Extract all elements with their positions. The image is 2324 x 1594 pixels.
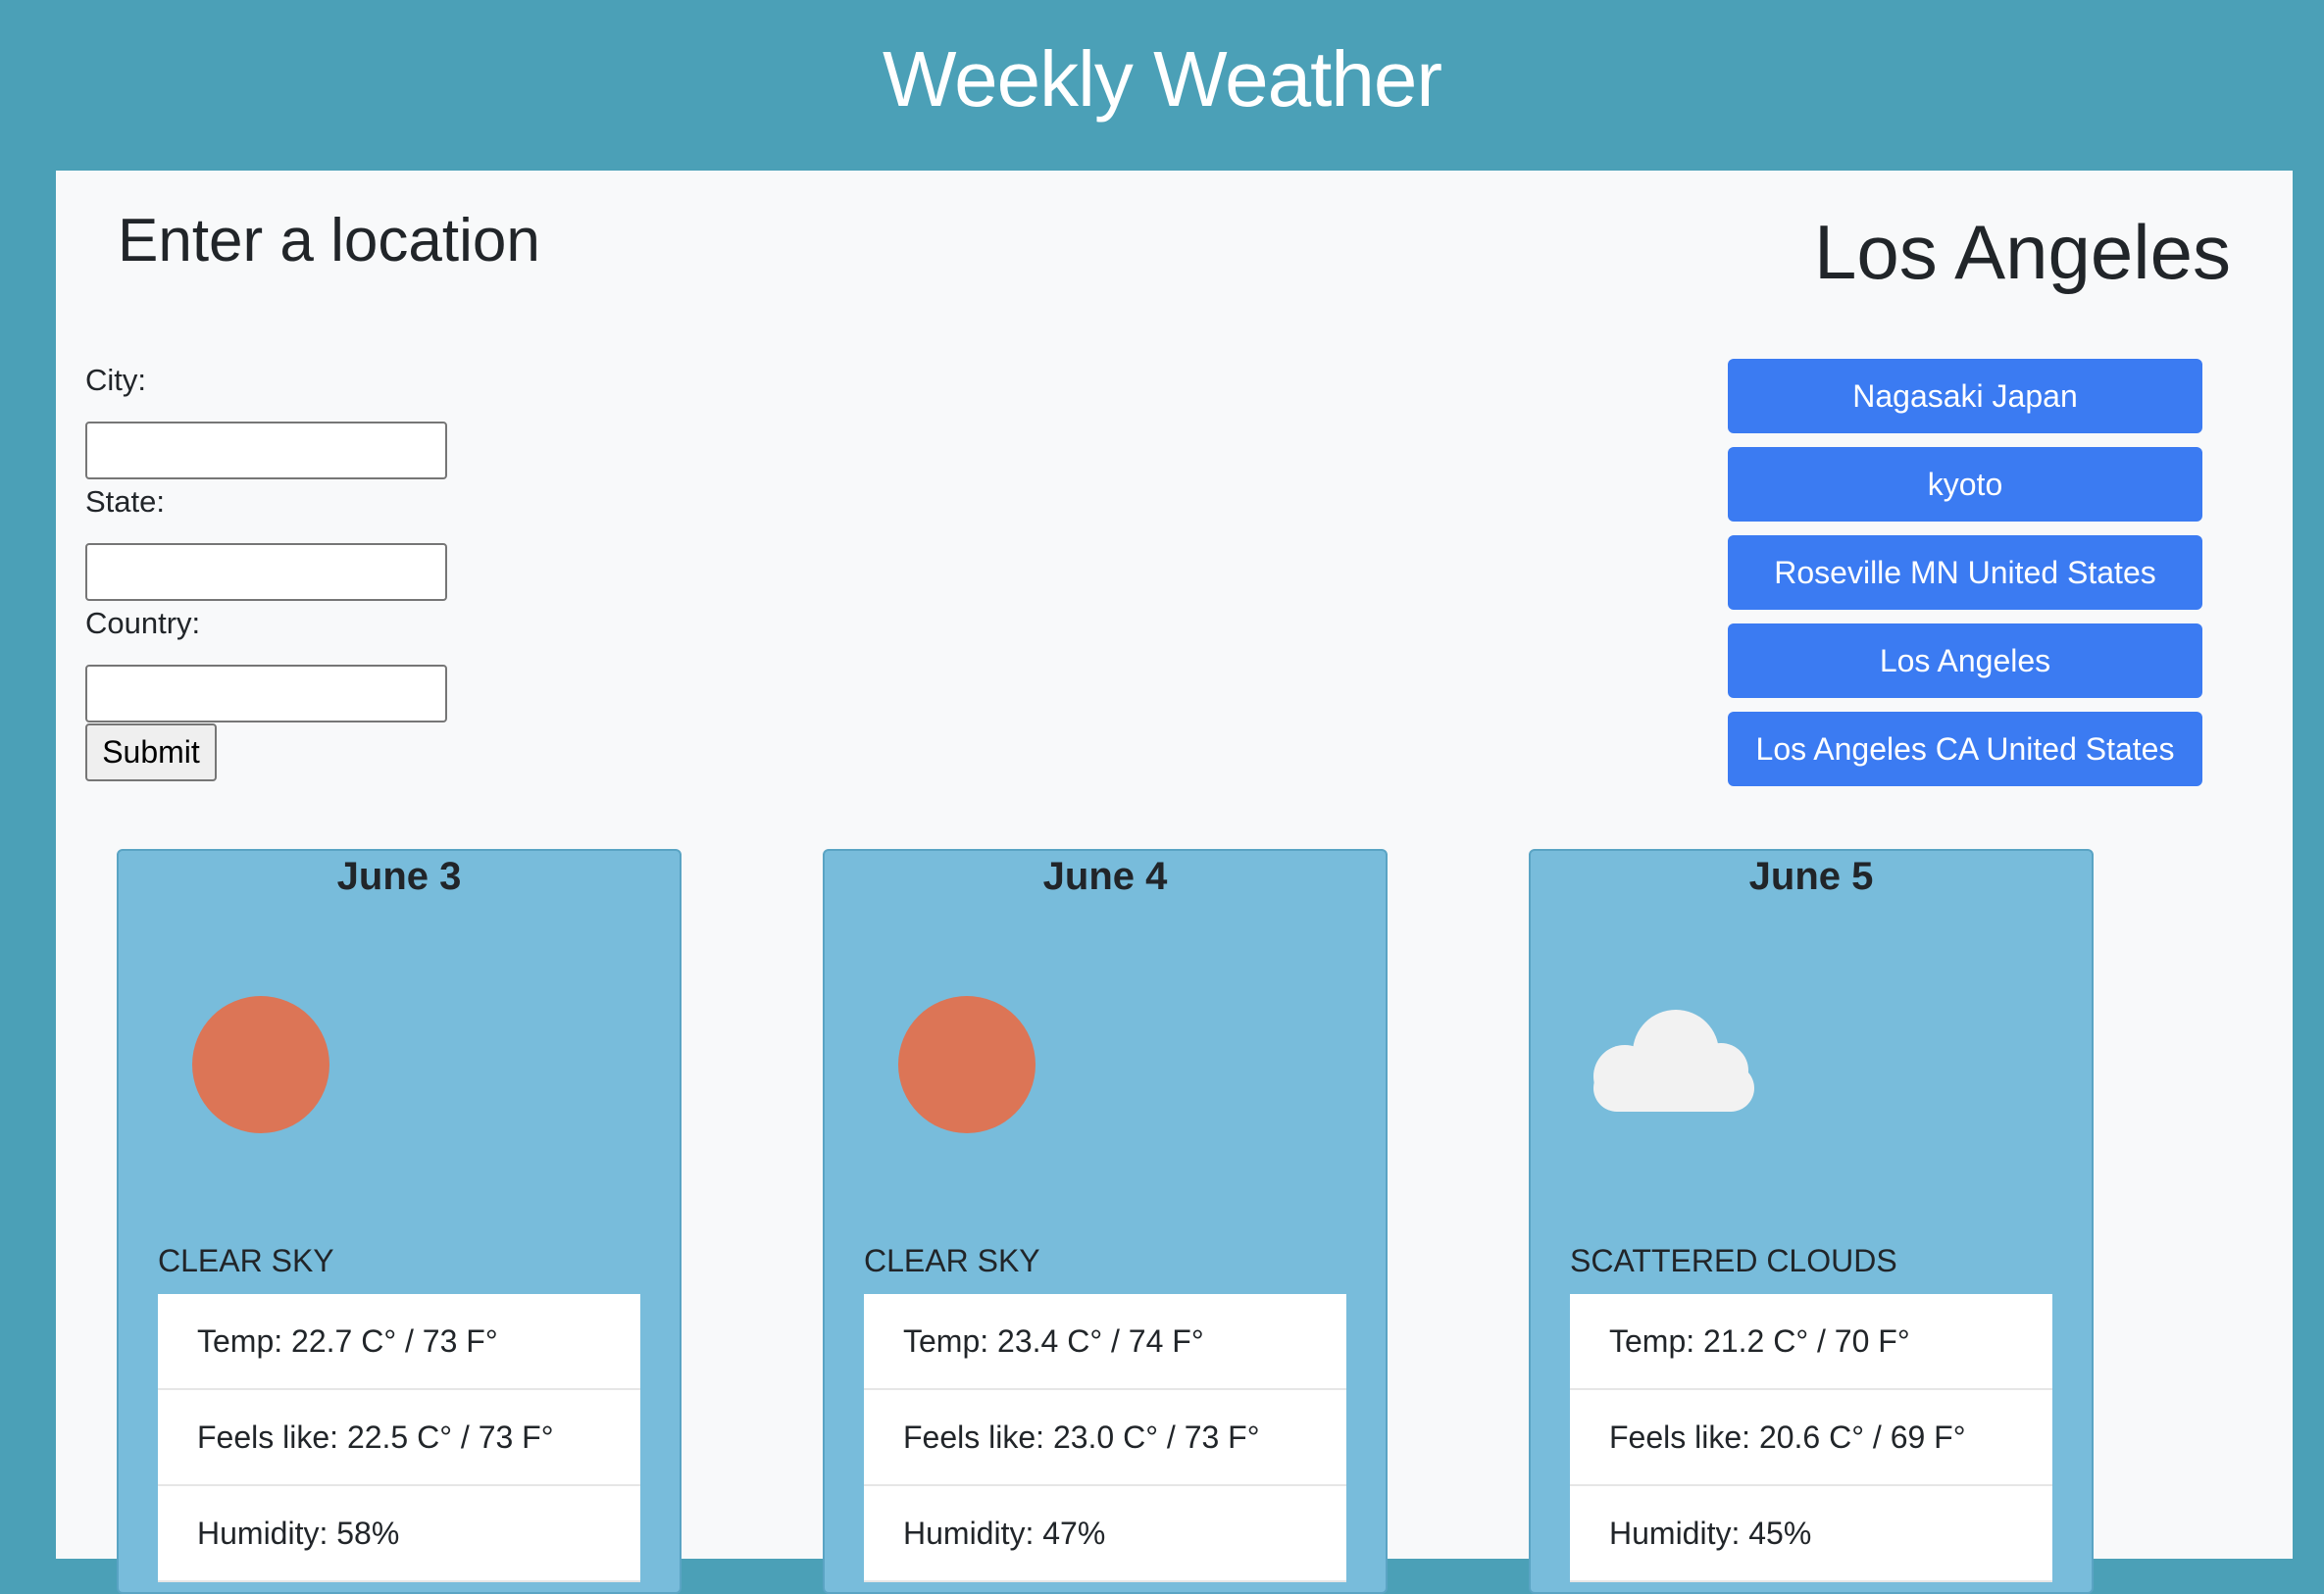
humidity-item: Humidity: 47% — [864, 1486, 1346, 1582]
app-header: Weekly Weather — [0, 0, 2324, 171]
sun-icon — [896, 994, 1037, 1140]
forecast-card: June 5 scattered clouds Temp: 21.2 C° / … — [1529, 849, 2094, 1594]
form-heading: Enter a location — [118, 207, 540, 274]
history-button-kyoto[interactable]: kyoto — [1728, 447, 2202, 522]
country-label: Country: — [85, 606, 201, 640]
submit-button[interactable]: Submit — [85, 723, 217, 781]
city-label: City: — [85, 363, 146, 397]
humidity-item: Humidity: 45% — [1570, 1486, 2052, 1582]
history-button-los-angeles[interactable]: Los Angeles — [1728, 623, 2202, 698]
temperature-item: Temp: 22.7 C° / 73 F° — [158, 1294, 640, 1390]
app-title: Weekly Weather — [883, 35, 1442, 123]
cloud-icon — [1588, 1008, 1760, 1121]
history-button-los-angeles-ca[interactable]: Los Angeles CA United States — [1728, 712, 2202, 786]
weather-condition: scattered clouds — [1570, 1243, 1897, 1278]
current-location-heading: Los Angeles — [1813, 209, 2231, 295]
history-button-nagasaki[interactable]: Nagasaki Japan — [1728, 359, 2202, 433]
temperature-item: Temp: 23.4 C° / 74 F° — [864, 1294, 1346, 1390]
forecast-date: June 4 — [1042, 855, 1168, 898]
country-input[interactable] — [85, 665, 447, 722]
forecast-date: June 3 — [336, 855, 462, 898]
feels-like-item: Feels like: 22.5 C° / 73 F° — [158, 1390, 640, 1486]
state-input[interactable] — [85, 543, 447, 601]
humidity-item: Humidity: 58% — [158, 1486, 640, 1582]
temperature-item: Temp: 21.2 C° / 70 F° — [1570, 1294, 2052, 1390]
search-history-list: Nagasaki Japan kyoto Roseville MN United… — [1728, 359, 2202, 800]
weather-condition: clear sky — [864, 1243, 1040, 1278]
weather-stats-list: Temp: 23.4 C° / 74 F° Feels like: 23.0 C… — [864, 1294, 1346, 1582]
weather-condition: clear sky — [158, 1243, 334, 1278]
feels-like-item: Feels like: 23.0 C° / 73 F° — [864, 1390, 1346, 1486]
weather-stats-list: Temp: 21.2 C° / 70 F° Feels like: 20.6 C… — [1570, 1294, 2052, 1582]
feels-like-item: Feels like: 20.6 C° / 69 F° — [1570, 1390, 2052, 1486]
forecast-date: June 5 — [1748, 855, 1874, 898]
city-input[interactable] — [85, 422, 447, 479]
weather-stats-list: Temp: 22.7 C° / 73 F° Feels like: 22.5 C… — [158, 1294, 640, 1582]
forecast-card: June 3 clear sky Temp: 22.7 C° / 73 F° F… — [117, 849, 682, 1594]
sun-icon — [190, 994, 331, 1140]
state-label: State: — [85, 484, 165, 519]
history-button-roseville[interactable]: Roseville MN United States — [1728, 535, 2202, 610]
forecast-card: June 4 clear sky Temp: 23.4 C° / 74 F° F… — [823, 849, 1388, 1594]
main-panel: Enter a location Los Angeles City: State… — [56, 171, 2293, 1594]
